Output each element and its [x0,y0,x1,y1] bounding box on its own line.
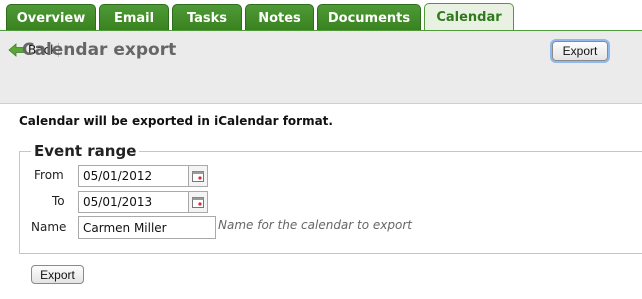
to-calendar-button[interactable] [188,191,208,213]
tab-tasks[interactable]: Tasks [172,4,242,31]
from-label: From [34,168,64,182]
to-label: To [52,194,65,208]
tab-notes[interactable]: Notes [245,4,314,31]
tab-overview[interactable]: Overview [6,4,96,31]
event-range-legend: Event range [31,142,140,160]
calendar-icon [192,197,204,208]
tab-email[interactable]: Email [99,4,169,31]
tab-bar: Overview Email Tasks Notes Documents Cal… [0,0,642,31]
export-button-top[interactable]: Export [552,41,608,61]
tab-calendar[interactable]: Calendar [424,3,514,31]
name-hint: Name for the calendar to export [218,218,412,232]
name-label: Name [31,220,67,234]
page-title: Calendar export [22,40,177,60]
export-button-bottom[interactable]: Export [31,265,84,284]
calendar-icon [192,171,204,182]
calendar-name-input[interactable] [78,216,216,239]
from-date-input[interactable] [78,165,188,187]
export-info-text: Calendar will be exported in iCalendar f… [19,114,333,128]
to-date-input[interactable] [78,191,188,213]
tab-documents[interactable]: Documents [317,4,421,31]
from-calendar-button[interactable] [188,165,208,187]
